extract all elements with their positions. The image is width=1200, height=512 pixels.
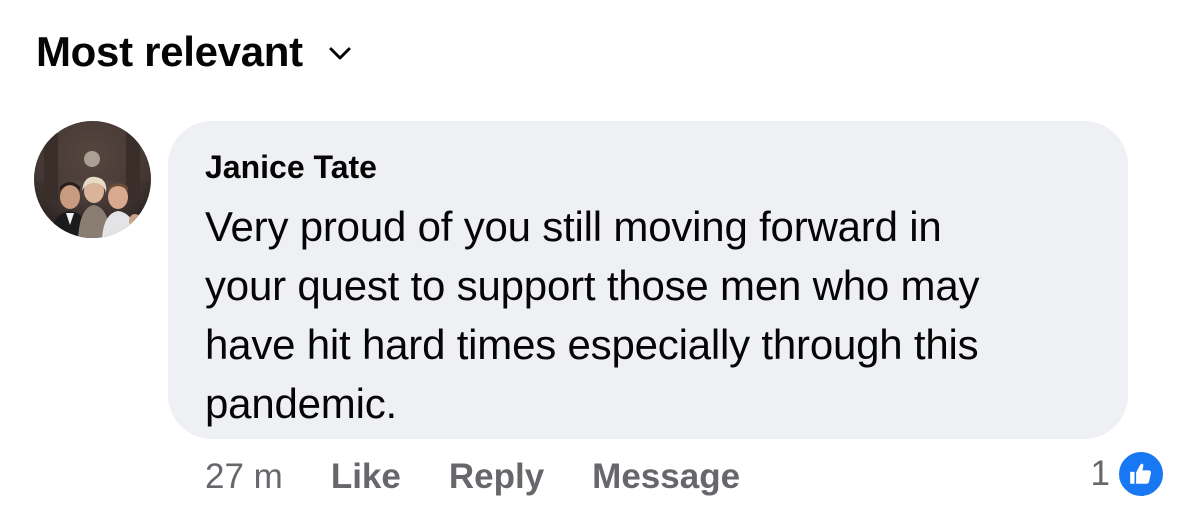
- comment-text-line: have hit hard times especially through t…: [205, 321, 979, 368]
- sort-dropdown[interactable]: Most relevant: [36, 22, 351, 82]
- reply-button[interactable]: Reply: [449, 457, 544, 497]
- reaction-summary[interactable]: 1: [1091, 448, 1166, 500]
- sort-label: Most relevant: [36, 28, 303, 75]
- comment-text-line: pandemic.: [205, 380, 397, 427]
- comment-actions: 27 m Like Reply Message: [205, 452, 740, 502]
- message-button[interactable]: Message: [592, 457, 740, 497]
- comment-text-line: Very proud of you still moving forward i…: [205, 203, 942, 250]
- reaction-count: 1: [1090, 454, 1110, 493]
- thumbs-up-icon: [1116, 449, 1166, 499]
- like-button[interactable]: Like: [331, 457, 401, 497]
- chevron-down-icon: [329, 47, 351, 61]
- comment-bubble: Janice Tate Very proud of you still movi…: [168, 121, 1128, 439]
- avatar[interactable]: [34, 121, 151, 238]
- comment-text-line: your quest to support those men who may: [205, 262, 980, 309]
- comment-author[interactable]: Janice Tate: [205, 145, 1092, 189]
- comment-timestamp[interactable]: 27 m: [205, 457, 283, 497]
- comment-text: Very proud of you still moving forward i…: [205, 197, 1092, 433]
